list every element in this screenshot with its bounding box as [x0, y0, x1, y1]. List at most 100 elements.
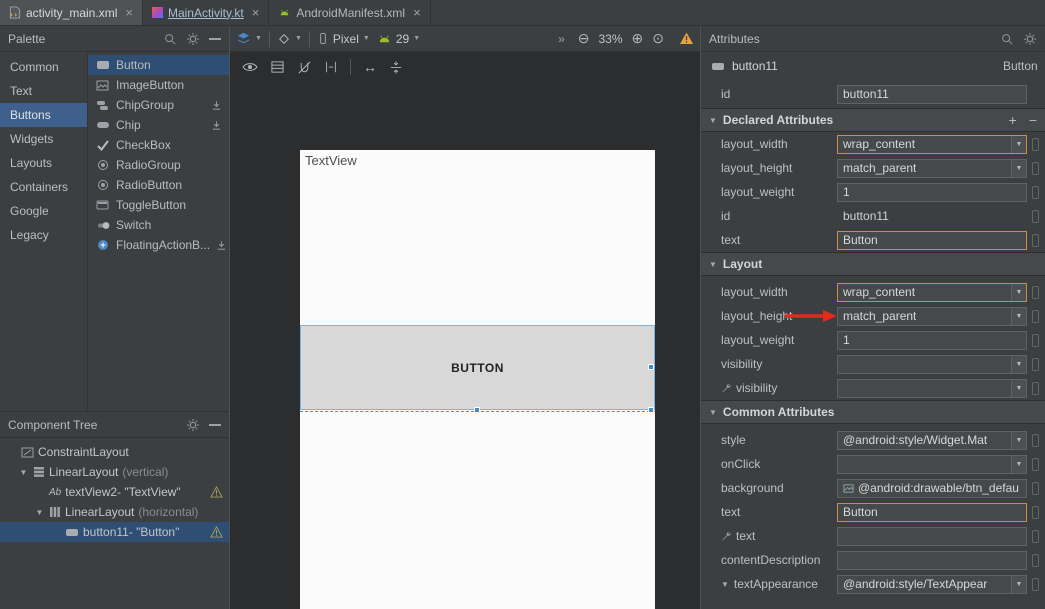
tab-mainactivity-kt[interactable]: MainActivity.kt ×	[143, 0, 269, 25]
resource-picker-button[interactable]	[1032, 210, 1039, 223]
zoom-in-button[interactable]: ⊕	[632, 30, 644, 47]
layout-width-dropdown[interactable]: wrap_content ▼	[837, 135, 1027, 154]
warning-indicator[interactable]	[679, 32, 694, 45]
hide-panel-icon[interactable]	[209, 38, 221, 40]
category-text[interactable]: Text	[0, 79, 87, 103]
section-layout[interactable]: ▼ Layout	[701, 252, 1045, 276]
resource-picker-button[interactable]	[1032, 482, 1039, 495]
category-buttons[interactable]: Buttons	[0, 103, 87, 127]
resource-picker-button[interactable]	[1032, 138, 1039, 151]
api-selector[interactable]: 29 ▼	[377, 32, 420, 46]
design-canvas-area[interactable]: TextView BUTTON	[230, 82, 700, 609]
palette-item-floatingactionbutton[interactable]: FloatingActionB...	[88, 235, 229, 255]
expand-icon[interactable]: ▼	[721, 580, 729, 589]
tab-activity-main-xml[interactable]: activity_main.xml ×	[0, 0, 143, 25]
textappearance-dropdown[interactable]: @android:style/TextAppear ▼	[837, 575, 1027, 594]
category-google[interactable]: Google	[0, 199, 87, 223]
close-icon[interactable]: ×	[252, 6, 260, 19]
palette-item-togglebutton[interactable]: ToggleButton	[88, 195, 229, 215]
text-input[interactable]: Button	[837, 231, 1027, 250]
expand-horizontal-icon[interactable]: ↔	[363, 59, 377, 75]
text-input[interactable]: Button	[837, 503, 1027, 522]
section-common-attributes[interactable]: ▼ Common Attributes	[701, 400, 1045, 424]
toolbar-overflow-icon[interactable]: »	[558, 32, 565, 46]
layout-height-dropdown[interactable]: match_parent ▼	[837, 307, 1027, 326]
background-input[interactable]: @android:drawable/btn_defau	[837, 479, 1027, 498]
palette-item-button[interactable]: Button	[88, 55, 229, 75]
onclick-dropdown[interactable]: ▼	[837, 455, 1027, 474]
palette-item-imagebutton[interactable]: ImageButton	[88, 75, 229, 95]
layout-weight-input[interactable]: 1	[837, 183, 1027, 202]
search-icon[interactable]	[163, 32, 177, 46]
zoom-out-button[interactable]: ⊖	[578, 30, 590, 47]
layout-height-dropdown[interactable]: match_parent ▼	[837, 159, 1027, 178]
contentdescription-input[interactable]	[837, 551, 1027, 570]
resize-handle-right[interactable]	[648, 364, 654, 370]
search-icon[interactable]	[1000, 32, 1014, 46]
palette-item-chipgroup[interactable]: ChipGroup	[88, 95, 229, 115]
layout-weight-input[interactable]: 1	[837, 331, 1027, 350]
resource-picker-button[interactable]	[1032, 286, 1039, 299]
add-attribute-button[interactable]: +	[1009, 112, 1017, 128]
category-common[interactable]: Common	[0, 55, 87, 79]
resource-picker-button[interactable]	[1032, 186, 1039, 199]
close-icon[interactable]: ×	[413, 6, 421, 19]
id-input[interactable]: button11	[837, 85, 1027, 104]
device-selector[interactable]: Pixel ▼	[317, 31, 370, 46]
blueprint-toggle-button[interactable]	[270, 60, 285, 74]
resource-picker-button[interactable]	[1032, 578, 1039, 591]
zoom-fit-button[interactable]: ⊙	[652, 30, 664, 47]
tree-node-constraintlayout[interactable]: ConstraintLayout	[0, 442, 229, 462]
hide-panel-icon[interactable]	[209, 424, 221, 426]
resource-picker-button[interactable]	[1032, 310, 1039, 323]
section-declared-attributes[interactable]: ▼ Declared Attributes + −	[701, 108, 1045, 132]
category-layouts[interactable]: Layouts	[0, 151, 87, 175]
design-surface-selector[interactable]: ▼	[236, 31, 262, 46]
category-widgets[interactable]: Widgets	[0, 127, 87, 151]
tools-text-input[interactable]	[837, 527, 1027, 546]
autoconnect-off-icon[interactable]	[297, 60, 312, 75]
palette-item-checkbox[interactable]: CheckBox	[88, 135, 229, 155]
resize-handle-bottom[interactable]	[474, 407, 480, 413]
view-options-button[interactable]	[242, 60, 258, 74]
canvas-textview[interactable]: TextView	[305, 153, 357, 168]
resource-picker-button[interactable]	[1032, 162, 1039, 175]
resource-picker-button[interactable]	[1032, 434, 1039, 447]
palette-item-chip[interactable]: Chip	[88, 115, 229, 135]
resource-picker-button[interactable]	[1032, 506, 1039, 519]
category-legacy[interactable]: Legacy	[0, 223, 87, 247]
tree-node-linearlayout-horizontal[interactable]: ▼ LinearLayout(horizontal)	[0, 502, 229, 522]
resource-picker-button[interactable]	[1032, 458, 1039, 471]
tab-androidmanifest-xml[interactable]: AndroidManifest.xml ×	[269, 0, 430, 25]
orientation-selector[interactable]: ▼	[277, 32, 302, 46]
tree-node-linearlayout-vertical[interactable]: ▼ LinearLayout(vertical)	[0, 462, 229, 482]
visibility-dropdown[interactable]: ▼	[837, 355, 1027, 374]
tree-node-textview2[interactable]: Ab textView2- "TextView"	[0, 482, 229, 502]
tools-visibility-dropdown[interactable]: ▼	[837, 379, 1027, 398]
collapse-icon[interactable]: ▼	[34, 508, 45, 517]
layout-width-dropdown[interactable]: wrap_content ▼	[837, 283, 1027, 302]
palette-item-switch[interactable]: Switch	[88, 215, 229, 235]
resource-picker-button[interactable]	[1032, 530, 1039, 543]
resize-handle-corner[interactable]	[648, 407, 654, 413]
resource-picker-button[interactable]	[1032, 382, 1039, 395]
id-value[interactable]: button11	[837, 209, 1027, 223]
palette-item-radiogroup[interactable]: RadioGroup	[88, 155, 229, 175]
default-margins-button[interactable]	[324, 60, 338, 74]
close-icon[interactable]: ×	[125, 6, 133, 19]
gear-icon[interactable]	[186, 32, 200, 46]
tree-node-button11[interactable]: button11- "Button"	[0, 522, 229, 542]
resource-picker-button[interactable]	[1032, 234, 1039, 247]
palette-item-radiobutton[interactable]: RadioButton	[88, 175, 229, 195]
collapse-icon[interactable]: ▼	[18, 468, 29, 477]
pack-vertical-icon[interactable]	[389, 60, 403, 75]
gear-icon[interactable]	[1023, 32, 1037, 46]
resource-picker-button[interactable]	[1032, 358, 1039, 371]
resource-picker-button[interactable]	[1032, 334, 1039, 347]
gear-icon[interactable]	[186, 418, 200, 432]
category-containers[interactable]: Containers	[0, 175, 87, 199]
canvas-button[interactable]: BUTTON	[300, 325, 655, 410]
remove-attribute-button[interactable]: −	[1029, 112, 1037, 128]
style-dropdown[interactable]: @android:style/Widget.Mat ▼	[837, 431, 1027, 450]
device-screen[interactable]: TextView BUTTON	[300, 150, 655, 609]
